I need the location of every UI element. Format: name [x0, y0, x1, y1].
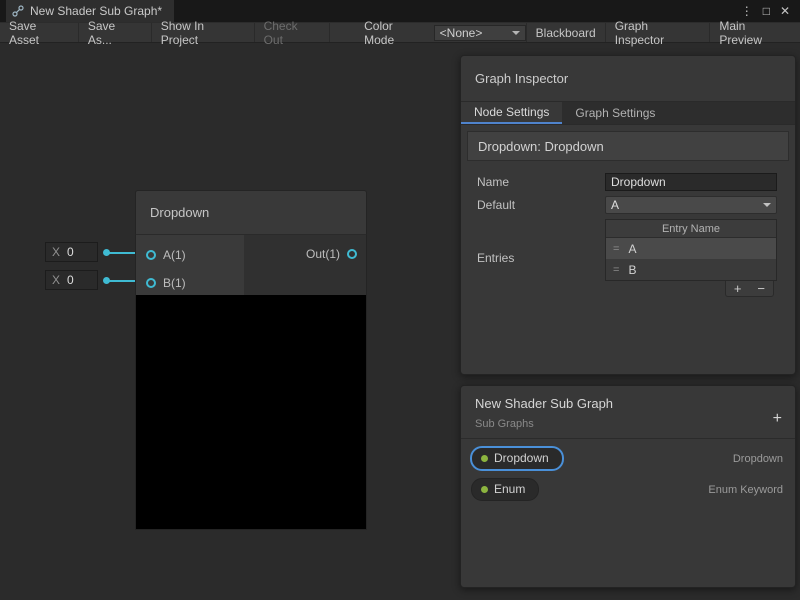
node-preview: [135, 295, 367, 530]
x-field-b-label: X: [46, 273, 67, 287]
name-input[interactable]: Dropdown: [605, 173, 777, 191]
menu-icon[interactable]: ⋮: [741, 4, 753, 18]
inspector-header: Graph Inspector: [461, 56, 795, 101]
drag-handle-icon[interactable]: =: [613, 243, 619, 255]
blackboard-header: New Shader Sub Graph Sub Graphs +: [461, 386, 795, 439]
main-preview-toggle-button[interactable]: Main Preview: [709, 23, 800, 42]
entry-row-a-text: A: [628, 242, 636, 256]
input-port-b-label: B(1): [163, 276, 186, 290]
output-port-label: Out(1): [306, 247, 340, 261]
save-asset-button[interactable]: Save Asset: [0, 23, 79, 42]
blackboard-title: New Shader Sub Graph: [475, 396, 781, 411]
tab-graph-settings[interactable]: Graph Settings: [562, 102, 668, 124]
node-header[interactable]: Dropdown: [135, 190, 367, 235]
output-row: Out(1): [306, 245, 357, 263]
default-dropdown-value: A: [611, 198, 619, 212]
color-mode-value: <None>: [440, 26, 483, 40]
graph-inspector-panel: Graph Inspector Node Settings Graph Sett…: [460, 55, 796, 375]
color-mode-label: Color Mode: [358, 19, 432, 47]
input-port-a-label: A(1): [163, 248, 186, 262]
blackboard-toggle-button[interactable]: Blackboard: [526, 23, 605, 42]
remove-entry-button[interactable]: −: [757, 282, 765, 296]
blackboard-item-enum-label: Enum: [494, 482, 525, 496]
input-port-b-icon[interactable]: [146, 278, 156, 288]
edge-anchor-dot: [103, 277, 110, 284]
blackboard-row-dropdown: Dropdown Dropdown: [471, 447, 783, 470]
toolbar-right-group: Blackboard Graph Inspector Main Preview: [526, 23, 800, 42]
x-field-b-value[interactable]: 0: [67, 273, 74, 287]
color-mode-group: Color Mode <None>: [358, 23, 526, 42]
section-title: Dropdown: Dropdown: [478, 139, 604, 154]
output-port-icon[interactable]: [347, 249, 357, 259]
blackboard-item-enum-type: Enum Keyword: [708, 484, 783, 496]
edge-anchor-dot: [103, 249, 110, 256]
show-in-project-button[interactable]: Show In Project: [152, 23, 255, 42]
entries-field-row: Entries Entry Name = A = B + −: [477, 219, 777, 297]
default-field-row: Default A: [477, 196, 777, 214]
blackboard-item-enum[interactable]: Enum: [471, 478, 539, 501]
blackboard-row-enum: Enum Enum Keyword: [471, 478, 783, 501]
node-body: A(1) B(1) Out(1): [135, 235, 367, 295]
default-field-label: Default: [477, 198, 605, 212]
inspector-title: Graph Inspector: [475, 71, 568, 86]
chevron-down-icon: [763, 203, 771, 207]
blackboard-subtitle: Sub Graphs: [475, 418, 781, 430]
node-settings-section-header: Dropdown: Dropdown: [467, 131, 789, 161]
exposed-dot-icon: [481, 455, 488, 462]
inspector-tabbar: Node Settings Graph Settings: [461, 101, 795, 125]
chevron-down-icon: [512, 31, 520, 35]
entry-row-a[interactable]: = A: [606, 238, 776, 259]
add-property-button[interactable]: +: [773, 410, 782, 428]
default-dropdown[interactable]: A: [605, 196, 777, 214]
graph-toolbar: Save Asset Save As... Show In Project Ch…: [0, 22, 800, 43]
shader-graph-icon: [12, 5, 24, 17]
graph-inspector-toggle-button[interactable]: Graph Inspector: [605, 23, 710, 42]
blackboard-panel: New Shader Sub Graph Sub Graphs + Dropdo…: [460, 385, 796, 588]
input-row-b: B(1): [146, 274, 186, 292]
color-mode-dropdown[interactable]: <None>: [434, 25, 526, 41]
node-title: Dropdown: [150, 205, 209, 220]
entries-list: Entry Name = A = B: [605, 219, 777, 281]
blackboard-item-dropdown-label: Dropdown: [494, 451, 549, 465]
add-entry-button[interactable]: +: [734, 282, 742, 296]
drag-handle-icon[interactable]: =: [613, 264, 619, 276]
entries-list-header: Entry Name: [606, 220, 776, 238]
tab-node-settings[interactable]: Node Settings: [461, 102, 562, 124]
dropdown-node[interactable]: Dropdown A(1) B(1) Out(1): [135, 190, 367, 530]
name-input-value: Dropdown: [611, 175, 666, 189]
entries-list-control: Entry Name = A = B + −: [605, 219, 777, 297]
maximize-icon[interactable]: □: [763, 4, 770, 18]
save-as-button[interactable]: Save As...: [79, 23, 152, 42]
x-input-field-b[interactable]: X 0: [45, 270, 98, 290]
blackboard-item-dropdown[interactable]: Dropdown: [471, 447, 563, 470]
window-tab-label: New Shader Sub Graph*: [30, 4, 162, 18]
entry-row-b-text: B: [628, 263, 636, 277]
entries-list-footer: + −: [605, 281, 777, 297]
close-icon[interactable]: ✕: [780, 4, 790, 18]
x-field-a-label: X: [46, 245, 67, 259]
x-field-a-value[interactable]: 0: [67, 245, 74, 259]
name-field-label: Name: [477, 175, 605, 189]
blackboard-item-dropdown-type: Dropdown: [733, 453, 783, 465]
exposed-dot-icon: [481, 486, 488, 493]
input-row-a: A(1): [146, 246, 186, 264]
name-field-row: Name Dropdown: [477, 173, 777, 191]
x-input-field-a[interactable]: X 0: [45, 242, 98, 262]
input-port-a-icon[interactable]: [146, 250, 156, 260]
entries-field-label: Entries: [477, 251, 605, 265]
entry-row-b[interactable]: = B: [606, 259, 776, 280]
check-out-button[interactable]: Check Out: [255, 23, 331, 42]
